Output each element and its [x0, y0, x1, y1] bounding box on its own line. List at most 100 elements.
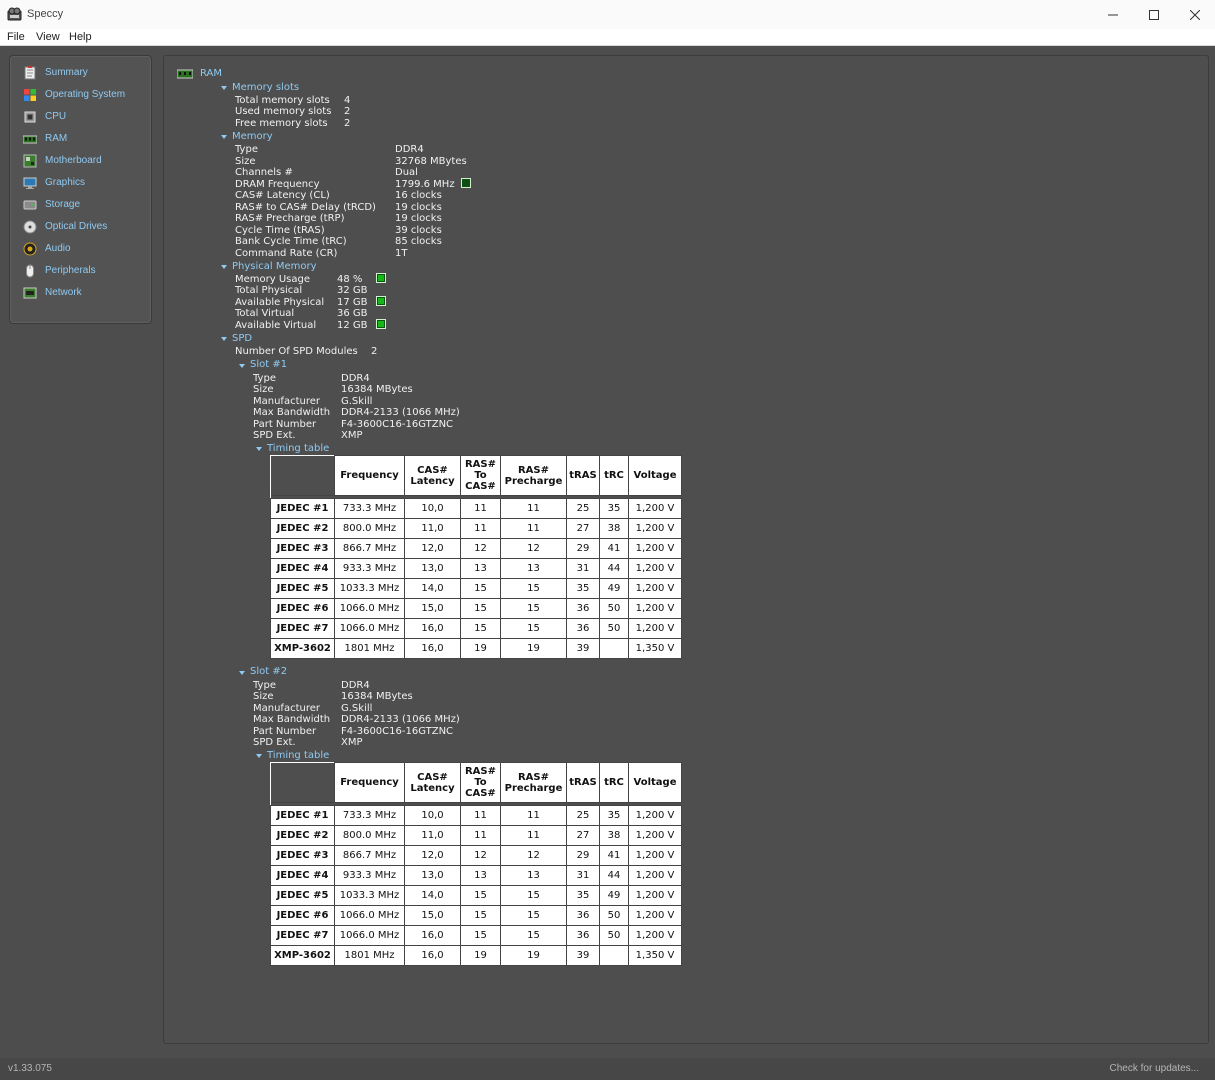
table-cell: 11 — [460, 825, 501, 846]
sidebar-item-peripherals[interactable]: Peripherals — [10, 261, 151, 281]
minimize-button[interactable] — [1092, 0, 1133, 29]
table-cell: 36 — [566, 925, 600, 946]
menu-file[interactable]: File — [7, 31, 25, 43]
prop-label: Manufacturer — [253, 396, 320, 407]
collapse-arrow-icon[interactable] — [221, 135, 227, 139]
table-row: JEDEC #7 1066.0 MHz 16,0 15 15 36 50 1,200 V — [270, 618, 682, 639]
sidebar-item-label: Peripherals — [45, 265, 96, 276]
title-bar: Speccy — [0, 0, 1215, 30]
table-cell: 39 — [566, 945, 600, 966]
group-title-slot-1[interactable]: Slot #1 — [250, 359, 287, 370]
table-cell: 1,350 V — [628, 945, 682, 966]
table-cell: 13 — [460, 865, 501, 886]
timing-column-header: tRC — [599, 455, 629, 496]
prop-label: Free memory slots — [235, 118, 328, 129]
prop-label: Total Physical — [235, 285, 303, 296]
table-cell — [599, 945, 629, 966]
menu-help[interactable]: Help — [69, 31, 92, 43]
table-cell: 15 — [500, 578, 567, 599]
table-cell: 1,200 V — [628, 558, 682, 579]
table-cell: 12,0 — [404, 845, 461, 866]
table-cell: 733.3 MHz — [334, 498, 405, 519]
timing-row-header: JEDEC #6 — [270, 905, 335, 926]
table-cell: 1,200 V — [628, 578, 682, 599]
table-cell: 38 — [599, 825, 629, 846]
prop-value: DDR4 — [395, 144, 424, 155]
table-corner — [270, 762, 335, 803]
prop-label: RAS# Precharge (tRP) — [235, 213, 345, 224]
timing-column-header: Voltage — [628, 762, 682, 803]
collapse-arrow-icon[interactable] — [221, 265, 227, 269]
check-for-updates-link[interactable]: Check for updates... — [1110, 1063, 1200, 1074]
group-title-timing-table[interactable]: Timing table — [267, 443, 329, 454]
group-title-physical-memory[interactable]: Physical Memory — [232, 261, 317, 272]
sidebar-item-cpu[interactable]: CPU — [10, 107, 151, 127]
table-cell: 866.7 MHz — [334, 845, 405, 866]
group-title-spd[interactable]: SPD — [232, 333, 252, 344]
speaker-icon — [23, 242, 37, 256]
table-row: JEDEC #6 1066.0 MHz 15,0 15 15 36 50 1,200 V — [270, 905, 682, 926]
collapse-arrow-icon[interactable] — [221, 86, 227, 90]
maximize-icon — [1148, 9, 1159, 20]
group-title-timing-table[interactable]: Timing table — [267, 750, 329, 761]
timing-column-header: Voltage — [628, 455, 682, 496]
group-title-slot-2[interactable]: Slot #2 — [250, 666, 287, 677]
collapse-arrow-icon[interactable] — [239, 671, 245, 675]
group-title-memory-slots[interactable]: Memory slots — [232, 82, 299, 93]
close-button[interactable] — [1174, 0, 1215, 29]
collapse-arrow-icon[interactable] — [256, 754, 262, 758]
table-cell: 11 — [460, 498, 501, 519]
prop-value: Dual — [395, 167, 418, 178]
table-cell: 14,0 — [404, 578, 461, 599]
table-cell — [599, 638, 629, 659]
collapse-arrow-icon[interactable] — [221, 337, 227, 341]
table-cell: 35 — [599, 805, 629, 826]
prop-value: 4 — [344, 95, 351, 106]
prop-label: Type — [253, 680, 276, 691]
sidebar-item-summary[interactable]: Summary — [10, 63, 151, 83]
sidebar-item-graphics[interactable]: Graphics — [10, 173, 151, 193]
table-row: JEDEC #2 800.0 MHz 11,0 11 11 27 38 1,200 V — [270, 825, 682, 846]
table-cell: 11 — [460, 518, 501, 539]
motherboard-icon — [23, 154, 37, 168]
table-cell: 16,0 — [404, 925, 461, 946]
table-cell: 13 — [460, 558, 501, 579]
timing-column-header: tRAS — [566, 455, 600, 496]
table-cell: 31 — [566, 865, 600, 886]
maximize-button[interactable] — [1133, 0, 1174, 29]
prop-label: DRAM Frequency — [235, 179, 320, 190]
collapse-arrow-icon[interactable] — [239, 364, 245, 368]
sidebar-item-operating-system[interactable]: Operating System — [10, 85, 151, 105]
prop-value: 17 GB — [337, 297, 368, 308]
table-row: JEDEC #1 733.3 MHz 10,0 11 11 25 35 1,200 V — [270, 805, 682, 826]
sidebar-item-audio[interactable]: Audio — [10, 239, 151, 259]
prop-value: G.Skill — [341, 396, 373, 407]
timing-row-header: JEDEC #3 — [270, 538, 335, 559]
prop-label: Size — [235, 156, 256, 167]
sidebar-item-optical-drives[interactable]: Optical Drives — [10, 217, 151, 237]
table-cell: 1066.0 MHz — [334, 618, 405, 639]
prop-value: G.Skill — [341, 703, 373, 714]
prop-value: F4-3600C16-16GTZNC — [341, 419, 454, 430]
group-title-memory[interactable]: Memory — [232, 131, 273, 142]
table-cell: 1,200 V — [628, 825, 682, 846]
table-cell: 50 — [599, 905, 629, 926]
prop-value: F4-3600C16-16GTZNC — [341, 726, 454, 737]
table-cell: 49 — [599, 885, 629, 906]
sidebar-item-storage[interactable]: Storage — [10, 195, 151, 215]
sidebar-item-label: CPU — [45, 111, 67, 122]
prop-value: 16384 MBytes — [341, 691, 413, 702]
minimize-icon — [1107, 14, 1118, 15]
sidebar-item-label: Storage — [45, 199, 81, 210]
sidebar-item-network[interactable]: Network — [10, 283, 151, 303]
collapse-arrow-icon[interactable] — [256, 447, 262, 451]
table-cell: 15 — [460, 925, 501, 946]
menu-view[interactable]: View — [36, 31, 60, 43]
table-cell: 1,200 V — [628, 618, 682, 639]
table-cell: 16,0 — [404, 638, 461, 659]
sidebar-item-ram[interactable]: RAM — [10, 129, 151, 149]
prop-value: 36 GB — [337, 308, 368, 319]
table-cell: 15 — [460, 578, 501, 599]
sidebar-item-motherboard[interactable]: Motherboard — [10, 151, 151, 171]
prop-label: Channels # — [235, 167, 293, 178]
